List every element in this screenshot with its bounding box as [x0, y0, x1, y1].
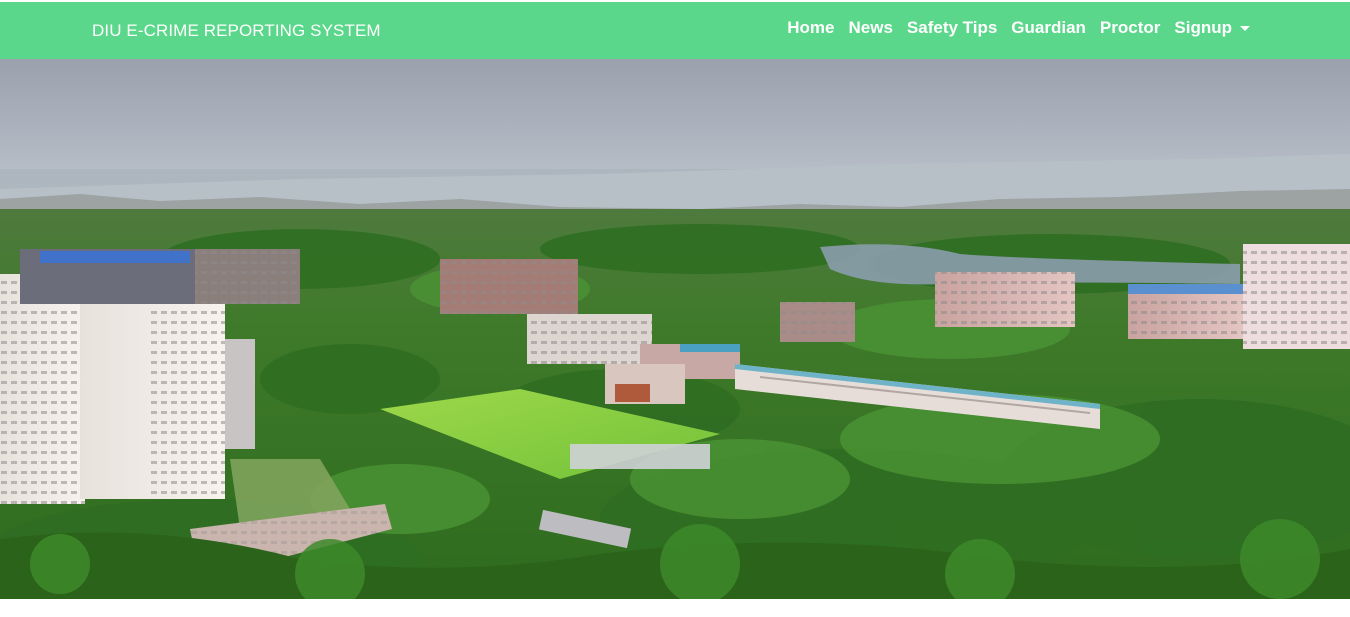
- caret-down-icon[interactable]: [1240, 25, 1250, 31]
- nav-link-guardian[interactable]: Guardian: [1011, 18, 1086, 38]
- nav-link-news[interactable]: News: [848, 18, 892, 38]
- campus-aerial-photo: [0, 59, 1350, 599]
- nav-link-signup[interactable]: Signup: [1174, 18, 1232, 38]
- nav-link-safety-tips[interactable]: Safety Tips: [907, 18, 997, 38]
- signup-dropdown[interactable]: Signup: [1174, 18, 1250, 38]
- hero-banner: [0, 59, 1350, 599]
- nav-menu: Home News Safety Tips Guardian Proctor S…: [787, 18, 1250, 38]
- nav-link-proctor[interactable]: Proctor: [1100, 18, 1160, 38]
- top-navbar: DIU E-CRIME REPORTING SYSTEM Home News S…: [0, 2, 1350, 59]
- brand-link[interactable]: DIU E-CRIME REPORTING SYSTEM: [92, 20, 381, 41]
- nav-link-home[interactable]: Home: [787, 18, 834, 38]
